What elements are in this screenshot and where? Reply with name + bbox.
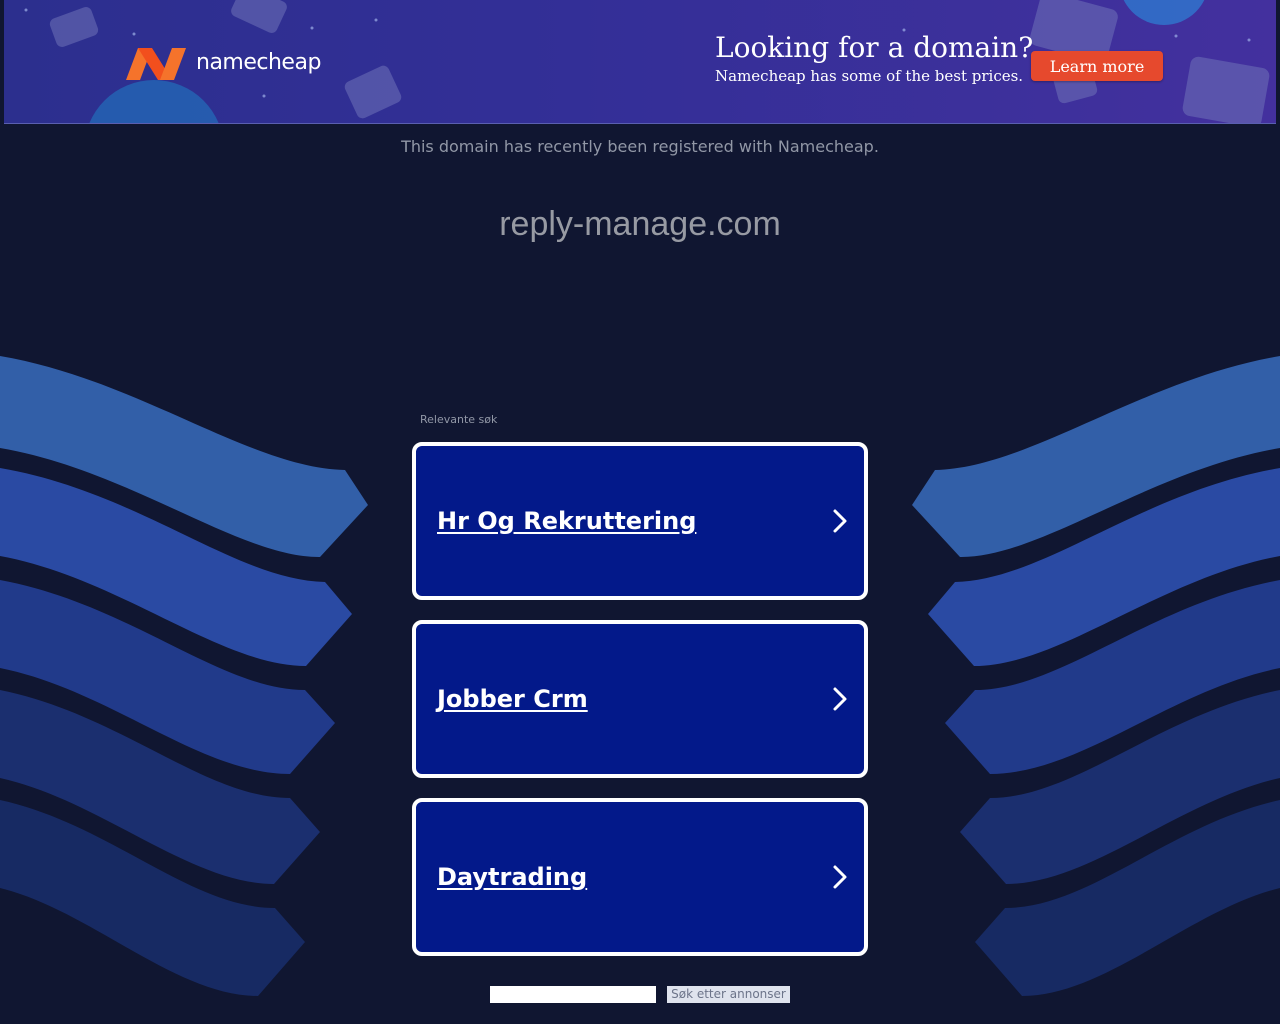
ad-search-input[interactable] bbox=[490, 986, 656, 1003]
ad-search-button[interactable]: Søk etter annonser bbox=[667, 986, 790, 1003]
ad-link-label: Hr Og Rekruttering bbox=[437, 507, 697, 535]
chevron-right-icon bbox=[833, 509, 847, 533]
ad-link-hr-og-rekruttering[interactable]: Hr Og Rekruttering bbox=[412, 442, 868, 600]
ad-link-jobber-crm[interactable]: Jobber Crm bbox=[412, 620, 868, 778]
chevron-right-icon bbox=[833, 687, 847, 711]
ad-link-label: Jobber Crm bbox=[437, 685, 588, 713]
ad-link-label: Daytrading bbox=[437, 863, 588, 891]
ad-link-daytrading[interactable]: Daytrading bbox=[412, 798, 868, 956]
chevron-right-icon bbox=[833, 865, 847, 889]
parked-domain-page: namecheap Looking for a domain? Namechea… bbox=[0, 0, 1280, 1024]
related-searches-label: Relevante søk bbox=[420, 413, 498, 426]
